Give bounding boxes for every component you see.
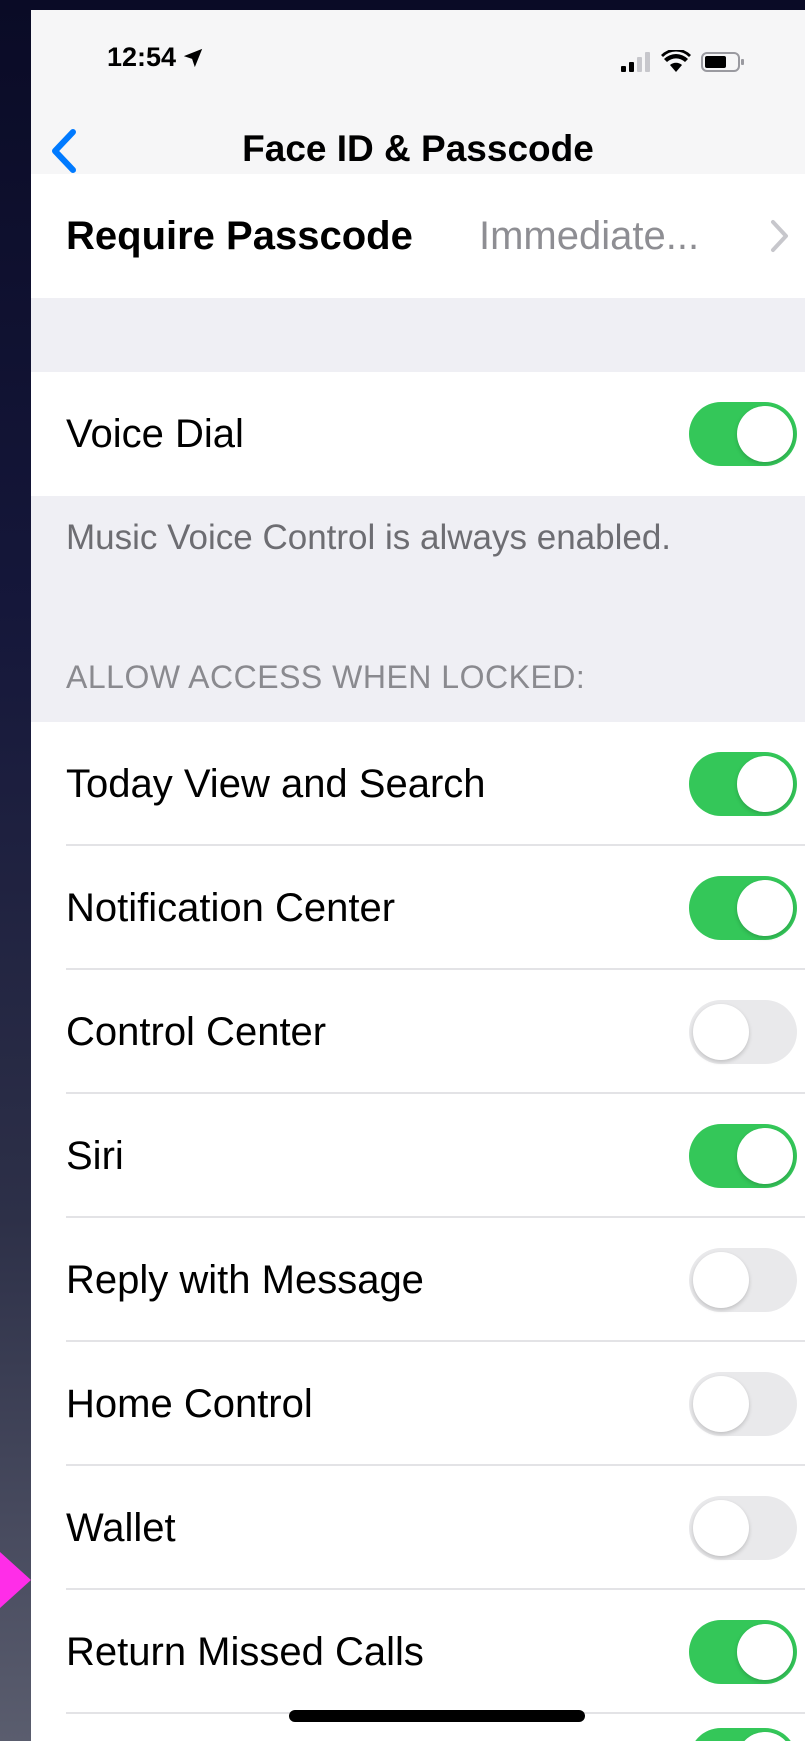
status-time-group: 12:54 bbox=[107, 42, 204, 73]
today-view-toggle[interactable] bbox=[689, 752, 797, 816]
setting-label: Today View and Search bbox=[66, 761, 486, 806]
page-title: Face ID & Passcode bbox=[242, 128, 594, 169]
setting-label: Wallet bbox=[66, 1505, 176, 1550]
status-icons bbox=[621, 50, 745, 74]
siri-toggle[interactable] bbox=[689, 1124, 797, 1188]
setting-label: Siri bbox=[66, 1133, 124, 1178]
home-indicator[interactable] bbox=[289, 1710, 585, 1722]
toggle-knob bbox=[693, 1004, 749, 1060]
setting-label: Return Missed Calls bbox=[66, 1629, 424, 1674]
setting-row-siri: Siri bbox=[31, 1094, 805, 1218]
setting-label: Home Control bbox=[66, 1381, 313, 1426]
toggle-knob bbox=[737, 1624, 793, 1680]
toggle-knob bbox=[693, 1252, 749, 1308]
toggle-knob bbox=[737, 756, 793, 812]
setting-label: Control Center bbox=[66, 1009, 327, 1054]
require-passcode-label: Require Passcode bbox=[66, 213, 413, 258]
setting-label: Reply with Message bbox=[66, 1257, 424, 1302]
voice-dial-label: Voice Dial bbox=[66, 411, 244, 456]
toggle-knob bbox=[737, 880, 793, 936]
home-control-toggle[interactable] bbox=[689, 1372, 797, 1436]
voice-dial-toggle[interactable] bbox=[689, 402, 797, 466]
battery-icon bbox=[701, 52, 744, 72]
require-passcode-value: Immediate... bbox=[479, 213, 700, 258]
voice-dial-footer: Music Voice Control is always enabled. bbox=[66, 518, 672, 557]
chevron-right-icon bbox=[771, 220, 788, 252]
setting-row-notification-center: Notification Center bbox=[31, 846, 805, 970]
voice-dial-footer-band: Music Voice Control is always enabled. A… bbox=[31, 496, 805, 722]
setting-label: Notification Center bbox=[66, 885, 396, 930]
toggle-knob bbox=[737, 1128, 793, 1184]
toggle-knob bbox=[693, 1376, 749, 1432]
voice-dial-row: Voice Dial bbox=[31, 372, 805, 496]
pink-pointer-arrow-icon bbox=[0, 1552, 31, 1608]
toggle-knob bbox=[737, 1732, 793, 1741]
setting-row-reply-with-message: Reply with Message bbox=[31, 1218, 805, 1342]
notification-center-toggle[interactable] bbox=[689, 876, 797, 940]
signal-icon bbox=[621, 52, 650, 72]
setting-row-wallet: Wallet bbox=[31, 1466, 805, 1590]
section-gap bbox=[31, 298, 805, 372]
section-header-locked: ALLOW ACCESS WHEN LOCKED: bbox=[66, 659, 586, 695]
control-center-toggle[interactable] bbox=[689, 1000, 797, 1064]
partial-next-toggle[interactable] bbox=[689, 1728, 797, 1741]
return-missed-calls-toggle[interactable] bbox=[689, 1620, 797, 1684]
location-arrow-icon bbox=[183, 48, 203, 67]
status-bar: 12:54 bbox=[31, 10, 805, 110]
setting-row-control-center: Control Center bbox=[31, 970, 805, 1094]
wallet-toggle[interactable] bbox=[689, 1496, 797, 1560]
setting-row-return-missed-calls: Return Missed Calls bbox=[31, 1590, 805, 1714]
toggle-knob bbox=[737, 406, 793, 462]
toggle-knob bbox=[693, 1500, 749, 1556]
setting-row-today-view: Today View and Search bbox=[31, 722, 805, 846]
wifi-icon bbox=[661, 50, 691, 72]
phone-screen: 12:54 Face ID & Passcode Require Passcod… bbox=[31, 10, 805, 1741]
status-time: 12:54 bbox=[107, 42, 177, 72]
setting-row-home-control: Home Control bbox=[31, 1342, 805, 1466]
reply-with-message-toggle[interactable] bbox=[689, 1248, 797, 1312]
require-passcode-row[interactable]: Require Passcode Immediate... bbox=[31, 174, 805, 298]
